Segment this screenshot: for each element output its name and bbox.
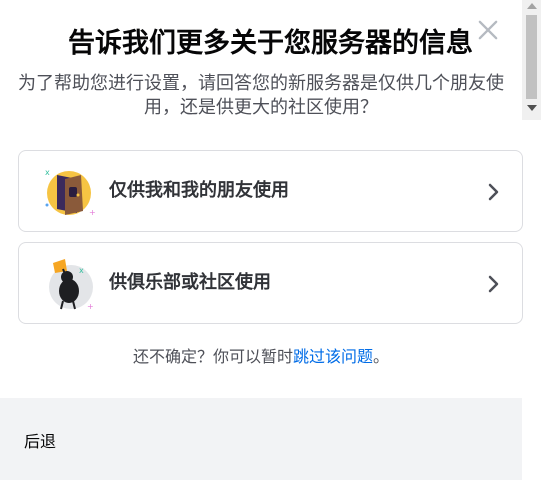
svg-text:+: +: [89, 208, 96, 217]
community-flag-illustration: x +: [49, 259, 94, 311]
skip-hint-suffix: 。: [373, 347, 390, 366]
skip-hint-text: 还不确定？你可以暂时: [132, 347, 293, 366]
create-server-modal: 告诉我们更多关于您服务器的信息 为了帮助您进行设置，请回答您的新服务器是仅供几个…: [0, 0, 523, 480]
scrollbar-thumb[interactable]: [526, 15, 537, 99]
chevron-right-icon: [488, 183, 499, 201]
scroll-up-arrow-icon[interactable]: [527, 3, 537, 9]
skip-hint: 还不确定？你可以暂时跳过该问题。: [0, 346, 522, 368]
back-button[interactable]: 后退: [24, 431, 56, 453]
svg-text:x: x: [45, 168, 50, 177]
skip-question-link[interactable]: 跳过该问题: [293, 347, 373, 366]
scroll-down-arrow-icon[interactable]: [527, 105, 537, 111]
modal-subtitle: 为了帮助您进行设置，请回答您的新服务器是仅供几个朋友使用，还是供更大的社区使用？: [18, 73, 504, 118]
friends-door-illustration: x +: [45, 168, 96, 217]
svg-text:x: x: [79, 266, 84, 275]
modal-title: 告诉我们更多关于您服务器的信息: [68, 28, 473, 59]
modal-footer: 后退: [0, 398, 522, 480]
option-friends[interactable]: x + 仅供我和我的朋友使用: [18, 150, 523, 232]
chevron-right-icon: [488, 275, 499, 293]
option-community-label: 供俱乐部或社区使用: [109, 272, 271, 293]
svg-text:+: +: [87, 302, 94, 311]
scrollbar[interactable]: [522, 0, 541, 120]
option-community[interactable]: x + 供俱乐部或社区使用: [18, 242, 523, 324]
option-friends-label: 仅供我和我的朋友使用: [109, 180, 289, 201]
